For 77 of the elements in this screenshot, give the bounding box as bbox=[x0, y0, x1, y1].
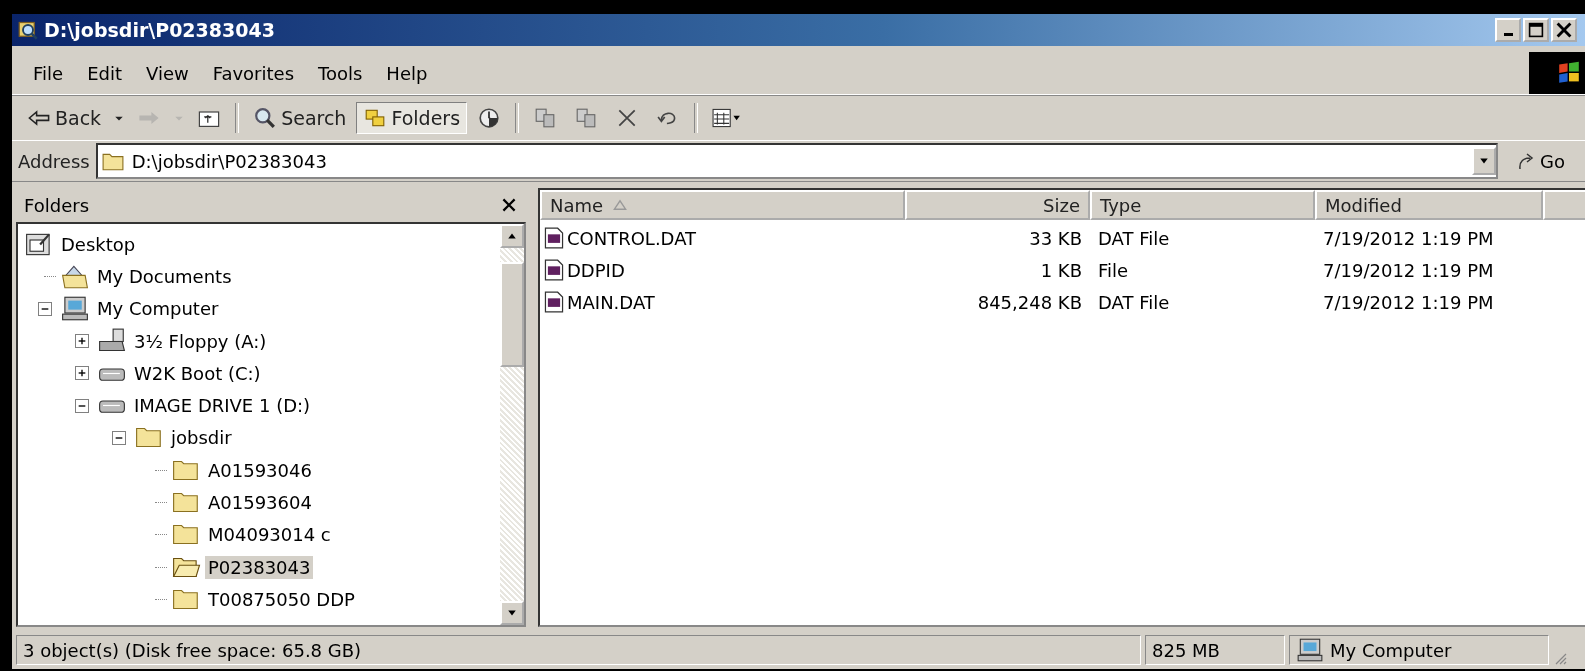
down-arrow-icon bbox=[507, 608, 517, 618]
table-cell-text: File bbox=[1097, 259, 1130, 281]
tree-item[interactable]: 3½ Floppy (A:) bbox=[131, 329, 270, 353]
go-button[interactable]: Go bbox=[1510, 149, 1571, 173]
expand-toggle[interactable] bbox=[75, 334, 89, 349]
tree-item[interactable]: Desktop bbox=[58, 232, 139, 256]
file-name[interactable]: DDPID bbox=[567, 259, 625, 281]
table-cell-text: DAT File bbox=[1097, 227, 1171, 249]
expand-toggle[interactable] bbox=[75, 398, 89, 413]
back-button[interactable]: Back bbox=[20, 102, 109, 134]
expand-toggle[interactable] bbox=[112, 430, 126, 445]
tree-item[interactable]: My Computer bbox=[94, 297, 222, 321]
scroll-up-button[interactable] bbox=[500, 224, 524, 248]
pane-title: Folders bbox=[24, 194, 89, 216]
scroll-thumb[interactable] bbox=[500, 262, 524, 367]
minimize-button[interactable] bbox=[1495, 18, 1521, 42]
tree-item[interactable]: A01593046 bbox=[205, 458, 315, 482]
tree-item[interactable]: jobsdir bbox=[168, 426, 235, 450]
status-size: 825 MB bbox=[1145, 635, 1285, 665]
column-header[interactable]: Type bbox=[1090, 190, 1315, 220]
column-header[interactable]: Name bbox=[540, 190, 905, 220]
folder-icon bbox=[101, 151, 124, 171]
file-icon bbox=[544, 227, 564, 249]
close-button[interactable] bbox=[1551, 18, 1577, 42]
menu-item[interactable]: Tools bbox=[307, 60, 374, 86]
scroll-down-button[interactable] bbox=[500, 601, 524, 625]
windows-logo bbox=[1529, 52, 1585, 94]
column-header[interactable]: Modified bbox=[1315, 190, 1543, 220]
menu-item[interactable]: Favorites bbox=[201, 60, 305, 86]
minimize-icon bbox=[1503, 33, 1513, 36]
tree-item[interactable]: T00875050 DDP bbox=[205, 587, 358, 611]
menu-item[interactable]: View bbox=[135, 60, 200, 86]
file-name[interactable]: MAIN.DAT bbox=[567, 291, 655, 313]
window-title: D:\jobsdir\P02383043 bbox=[44, 19, 276, 41]
sort-arrow-icon bbox=[613, 199, 628, 211]
tree-item[interactable]: M04093014 c bbox=[205, 523, 334, 547]
address-label: Address bbox=[18, 150, 90, 172]
search-button[interactable]: Search bbox=[246, 102, 354, 134]
menu-item[interactable]: Edit bbox=[76, 60, 133, 86]
folders-button[interactable]: Folders bbox=[356, 102, 468, 134]
computer-icon bbox=[60, 295, 90, 323]
explorer-icon bbox=[18, 20, 38, 40]
menu-item[interactable]: Help bbox=[375, 60, 439, 86]
search-icon bbox=[253, 107, 278, 129]
close-icon[interactable] bbox=[502, 198, 516, 212]
tree-item[interactable]: My Documents bbox=[94, 264, 235, 288]
clock-icon bbox=[477, 107, 502, 129]
table-cell-text: 7/19/2012 1:19 PM bbox=[1322, 259, 1495, 281]
close-icon bbox=[1555, 22, 1573, 38]
resize-grip[interactable] bbox=[1553, 651, 1567, 665]
tree-item[interactable]: W2K Boot (C:) bbox=[131, 361, 264, 385]
table-cell-text: 33 KB bbox=[1028, 227, 1083, 249]
table-cell-text: 7/19/2012 1:19 PM bbox=[1322, 291, 1495, 313]
tree-item[interactable]: IMAGE DRIVE 1 (D:) bbox=[131, 394, 314, 418]
status-zone: My Computer bbox=[1330, 639, 1452, 661]
status-text: 3 object(s) (Disk free space: 65.8 GB) bbox=[16, 635, 1141, 665]
file-icon bbox=[544, 259, 564, 281]
up-arrow-icon bbox=[507, 231, 517, 241]
table-cell-text: DAT File bbox=[1097, 291, 1171, 313]
expand-toggle[interactable] bbox=[75, 366, 89, 381]
table-cell-text: 1 KB bbox=[1039, 259, 1083, 281]
tree-item[interactable]: A01593604 bbox=[205, 491, 315, 514]
tree-item[interactable]: P02383043 bbox=[205, 555, 314, 579]
table-cell-text: 845,248 KB bbox=[976, 291, 1083, 313]
file-name[interactable]: CONTROL.DAT bbox=[567, 227, 697, 249]
dropdown-button[interactable] bbox=[1472, 147, 1497, 175]
table-cell-text: 7/19/2012 1:19 PM bbox=[1322, 227, 1495, 249]
file-icon bbox=[544, 291, 564, 313]
caret-icon bbox=[1479, 156, 1490, 166]
address-field[interactable]: D:\jobsdir\P02383043 bbox=[95, 143, 1499, 179]
expand-toggle[interactable] bbox=[38, 301, 52, 316]
scrollbar-track[interactable] bbox=[500, 224, 524, 625]
column-header[interactable]: Size bbox=[905, 190, 1090, 220]
maximize-button[interactable] bbox=[1523, 18, 1549, 42]
menu-item[interactable]: File bbox=[22, 60, 75, 86]
maximize-icon bbox=[1527, 22, 1545, 38]
computer-icon bbox=[1296, 637, 1324, 663]
